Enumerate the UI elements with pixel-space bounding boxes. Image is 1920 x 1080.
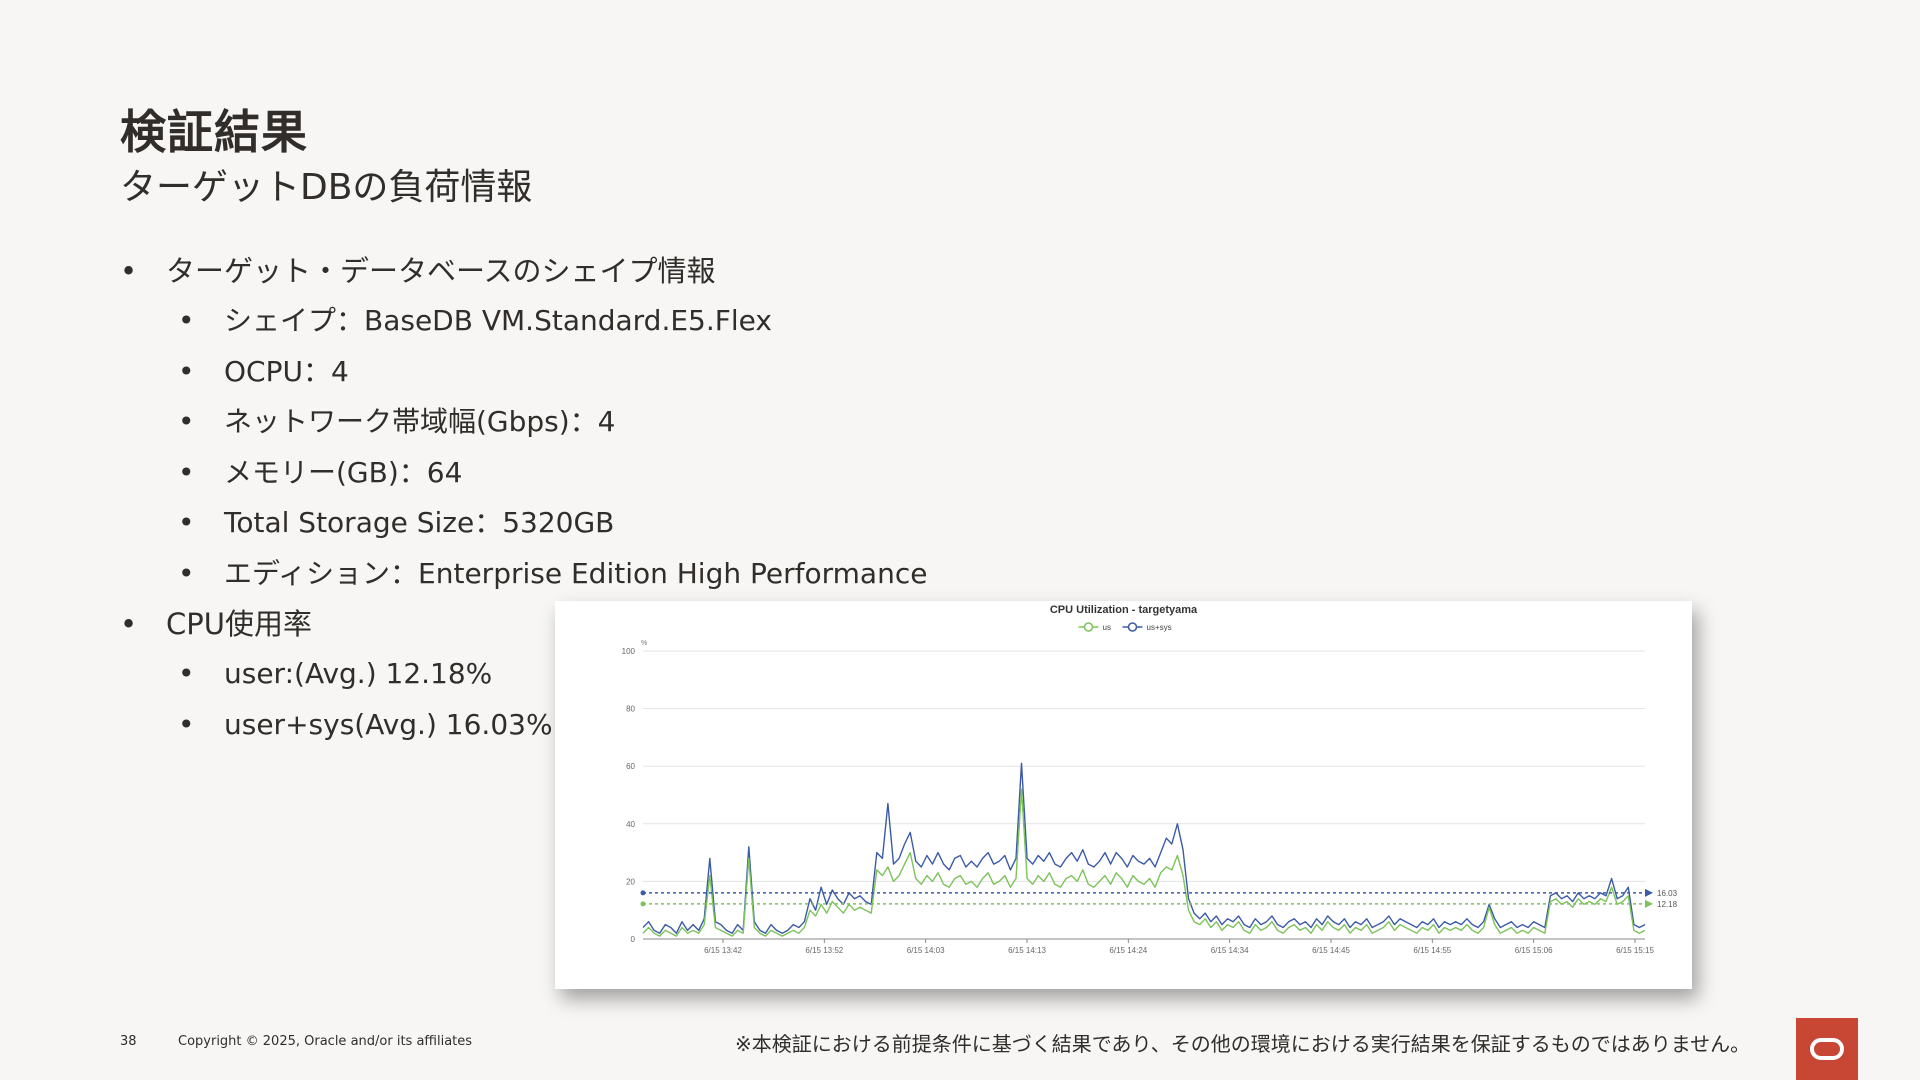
- avg-line-start-0: [640, 890, 646, 896]
- legend-label-us: us: [1103, 623, 1111, 632]
- x-tick-label: 6/15 14:13: [1008, 946, 1046, 955]
- bullet-memory: メモリー(GB)：64: [120, 448, 927, 499]
- avg-line-arrow-1: [1645, 899, 1653, 908]
- disclaimer-note: ※本検証における前提条件に基づく結果であり、その他の環境における実行結果を保証す…: [735, 1032, 1751, 1056]
- y-tick-label: 60: [626, 762, 635, 771]
- legend-marker-us: [1083, 622, 1094, 632]
- chart-canvas: CPU Utilization - targetyama us us+sys% 0 20…: [622, 604, 1678, 955]
- x-tick-label: 6/15 15:15: [1616, 946, 1654, 955]
- bullet-shape: シェイプ：BaseDB VM.Standard.E5.Flex: [120, 296, 927, 347]
- x-tick-label: 6/15 14:24: [1109, 946, 1147, 955]
- x-tick-label: 6/15 14:34: [1211, 946, 1249, 955]
- x-tick-label: 6/15 14:03: [907, 946, 945, 955]
- bullet-storage: Total Storage Size：5320GB: [120, 498, 927, 549]
- cpu-utilization-chart: CPU Utilization - targetyama us us+sys% 0 20…: [555, 601, 1692, 989]
- bullet-edition: エディション：Enterprise Edition High Performan…: [120, 549, 927, 600]
- series-line-us: [642, 788, 1646, 937]
- bullet-shape-heading: ターゲット・データベースのシェイプ情報: [120, 246, 927, 296]
- bullet-ocpu: OCPU：4: [120, 347, 927, 398]
- y-tick-label: 100: [622, 647, 636, 656]
- slide-subtitle: ターゲットDBの負荷情報: [120, 167, 533, 208]
- y-tick-label: 20: [626, 877, 635, 886]
- chart-title: CPU Utilization - targetyama: [1050, 604, 1198, 616]
- page-number: 38: [120, 1034, 137, 1049]
- series-line-us+sys: [642, 762, 1646, 934]
- copyright-text: Copyright © 2025, Oracle and/or its affi…: [178, 1034, 473, 1049]
- avg-line-arrow-0: [1645, 888, 1653, 897]
- x-tick-label: 6/15 13:42: [704, 946, 742, 955]
- x-tick-label: 6/15 13:52: [805, 946, 843, 955]
- y-tick-label: 40: [626, 820, 635, 829]
- oracle-logo-icon: [1796, 1018, 1858, 1080]
- y-unit-label: %: [641, 640, 647, 647]
- y-tick-label: 80: [626, 705, 635, 714]
- y-tick-label: 0: [631, 935, 636, 944]
- legend-marker-us+sys: [1127, 622, 1138, 632]
- x-tick-label: 6/15 14:55: [1413, 946, 1451, 955]
- slide-title: 検証結果: [120, 105, 308, 159]
- avg-label-0: 16.03: [1657, 889, 1678, 898]
- legend-label-us+sys: us+sys: [1147, 623, 1172, 632]
- x-tick-label: 6/15 15:06: [1515, 946, 1553, 955]
- x-tick-label: 6/15 14:45: [1312, 946, 1350, 955]
- avg-line-start-1: [640, 901, 646, 907]
- avg-label-1: 12.18: [1657, 900, 1678, 909]
- bullet-network: ネットワーク帯域幅(Gbps)：4: [120, 397, 927, 448]
